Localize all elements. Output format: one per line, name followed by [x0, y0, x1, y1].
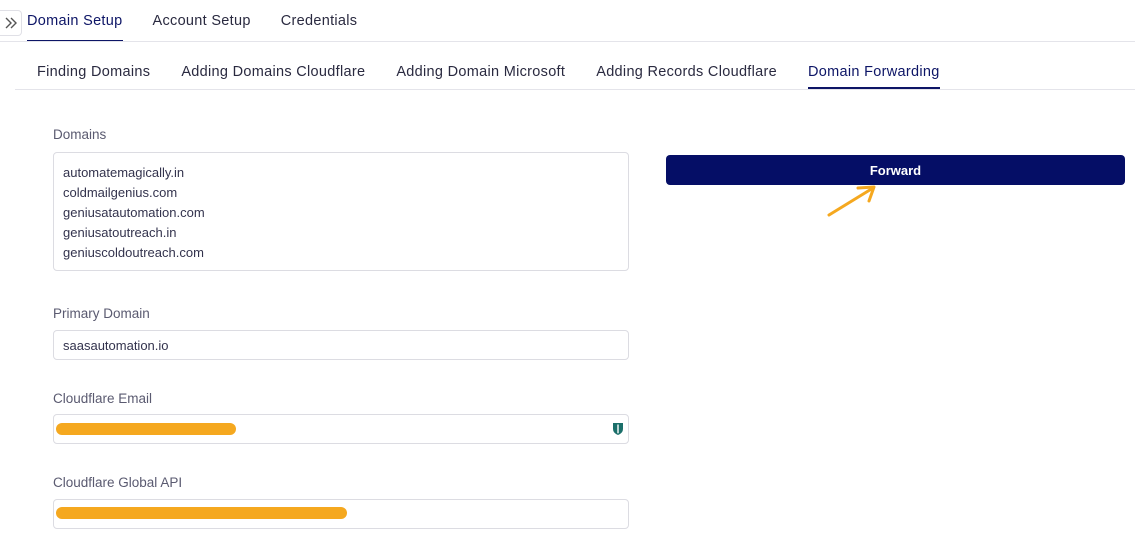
expand-sidebar-button[interactable] — [0, 10, 22, 36]
top-tab-bar: Domain Setup Account Setup Credentials — [27, 0, 357, 42]
tab-domain-setup[interactable]: Domain Setup — [27, 0, 123, 42]
double-chevron-right-icon — [5, 17, 17, 29]
domains-textarea[interactable]: automatemagically.in coldmailgenius.com … — [53, 152, 629, 271]
domain-line: geniuscoldoutreach.com — [63, 245, 204, 260]
domains-label: Domains — [53, 127, 107, 142]
tab-account-setup[interactable]: Account Setup — [153, 0, 251, 42]
subtab-adding-records-cloudflare[interactable]: Adding Records Cloudflare — [596, 55, 777, 89]
domain-line: automatemagically.in — [63, 165, 185, 180]
sub-tab-bar: Finding Domains Adding Domains Cloudflar… — [37, 55, 940, 89]
sub-tab-divider — [15, 89, 1135, 90]
redaction-mark-api — [56, 507, 347, 519]
top-tab-divider — [0, 41, 1135, 42]
cloudflare-email-label: Cloudflare Email — [53, 391, 153, 406]
primary-domain-input[interactable]: saasautomation.io — [53, 330, 629, 360]
forward-button[interactable]: Forward — [666, 155, 1125, 185]
tab-credentials[interactable]: Credentials — [281, 0, 358, 42]
subtab-domain-forwarding[interactable]: Domain Forwarding — [808, 55, 940, 89]
cloudflare-api-label: Cloudflare Global API — [53, 475, 183, 490]
redaction-mark-email — [56, 423, 236, 435]
primary-domain-label: Primary Domain — [53, 306, 150, 321]
subtab-finding-domains[interactable]: Finding Domains — [37, 55, 150, 89]
subtab-adding-domains-cloudflare[interactable]: Adding Domains Cloudflare — [181, 55, 365, 89]
password-manager-icon[interactable] — [612, 422, 624, 436]
domain-line: geniusatautomation.com — [63, 205, 205, 220]
subtab-adding-domain-microsoft[interactable]: Adding Domain Microsoft — [396, 55, 565, 89]
annotation-arrow-icon — [827, 185, 876, 217]
domain-line: geniusatoutreach.in — [63, 225, 177, 240]
domain-line: coldmailgenius.com — [63, 185, 178, 200]
